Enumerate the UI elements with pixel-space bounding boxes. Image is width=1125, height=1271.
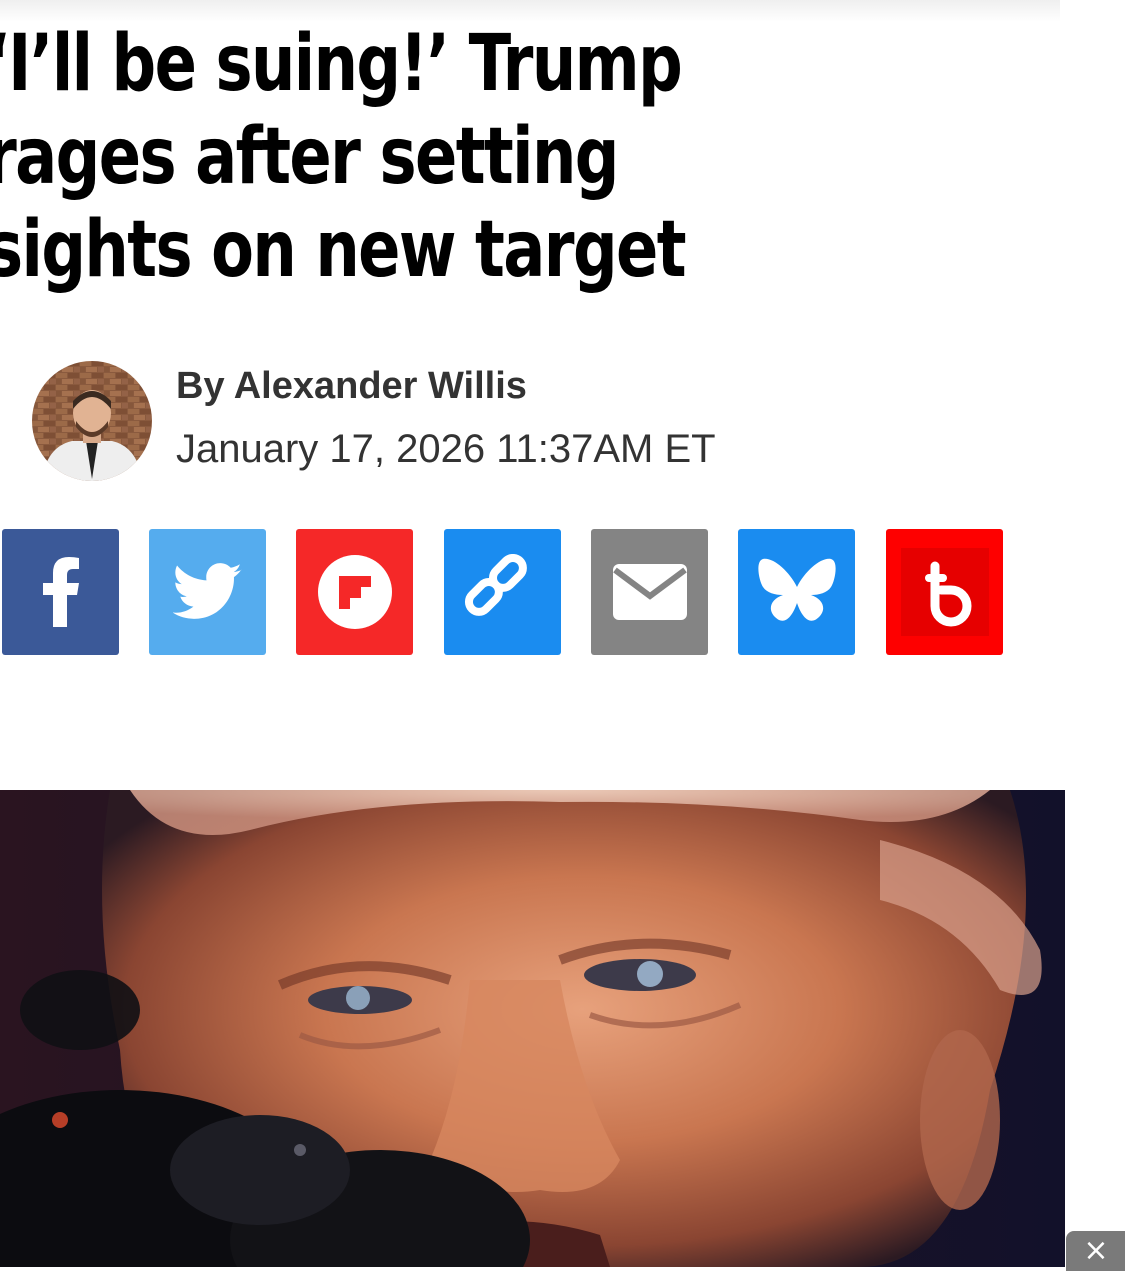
share-facebook-button[interactable] — [2, 529, 119, 655]
share-bluesky-button[interactable] — [738, 529, 855, 655]
butterfly-icon — [757, 558, 836, 621]
article-headline: ‘I’ll be suing!’ Trump rages after setti… — [0, 19, 687, 295]
author-name[interactable]: By Alexander Willis — [176, 365, 527, 408]
flipboard-icon — [317, 555, 392, 629]
author-avatar[interactable] — [32, 361, 152, 481]
link-icon — [464, 554, 527, 616]
share-flipboard-button[interactable] — [296, 529, 413, 655]
beehiiv-icon — [900, 548, 989, 636]
byline: By Alexander Willis January 17, 2026 11:… — [32, 361, 792, 481]
share-beehiiv-button[interactable] — [886, 529, 1003, 655]
envelope-icon — [612, 564, 687, 620]
share-twitter-button[interactable] — [149, 529, 266, 655]
hero-image — [0, 790, 1065, 1267]
share-copy-link-button[interactable] — [444, 529, 561, 655]
facebook-icon — [42, 557, 79, 627]
publish-date: January 17, 2026 11:37AM ET — [176, 427, 716, 471]
share-email-button[interactable] — [591, 529, 708, 655]
twitter-bird-icon — [172, 563, 242, 619]
close-ad-button[interactable]: × — [1066, 1231, 1125, 1271]
